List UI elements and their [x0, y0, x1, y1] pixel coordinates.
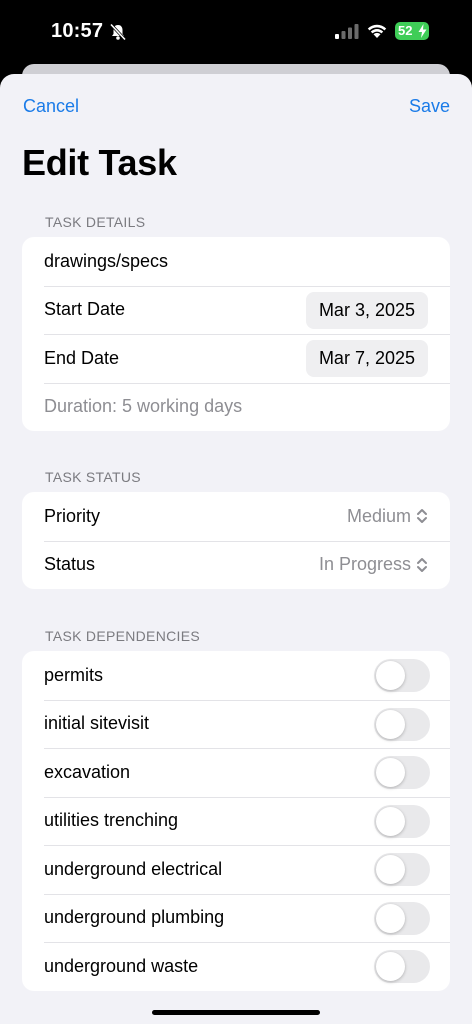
dependency-toggle-initial-sitevisit[interactable]	[374, 707, 430, 741]
start-date-picker[interactable]: Mar 3, 2025	[305, 291, 428, 329]
chevron-up-down-icon	[417, 557, 427, 572]
priority-value: Medium	[346, 505, 411, 526]
task-dependencies-header: TASK DEPENDENCIES	[45, 628, 200, 644]
status-row: Status In Progress	[22, 540, 450, 590]
duration-row: Duration: 5 working days	[22, 382, 450, 432]
chevron-up-down-icon	[417, 509, 427, 523]
dependency-toggle-underground-plumbing[interactable]	[374, 901, 430, 935]
bell-slash-icon	[109, 23, 127, 41]
status-time: 10:57	[51, 20, 104, 42]
cellular-signal-icon	[335, 24, 359, 39]
task-name-field[interactable]: drawings/specs	[22, 237, 450, 286]
edit-task-sheet: Cancel Save Edit Task TASK DETAILS drawi…	[0, 74, 472, 1024]
end-date-picker[interactable]: Mar 7, 2025	[305, 340, 428, 377]
charging-bolt-icon	[418, 24, 427, 38]
dependency-row-underground-electrical: underground electrical	[22, 845, 450, 894]
dependency-toggle-excavation[interactable]	[374, 756, 430, 789]
task-name-value: drawings/specs	[44, 250, 169, 271]
dependency-toggle-underground-waste[interactable]	[374, 950, 430, 983]
status-picker[interactable]: In Progress	[319, 541, 428, 589]
task-dependencies-card: permits initial sitevisit excavation uti…	[22, 651, 450, 991]
battery-level: 52	[398, 23, 413, 38]
dependency-toggle-utilities-trenching[interactable]	[374, 804, 430, 838]
dependency-row-utilities-trenching: utilities trenching	[22, 796, 450, 846]
status-value: In Progress	[318, 554, 411, 574]
task-status-card: Priority Medium Status In Progress	[22, 492, 450, 589]
end-date-row: End Date Mar 7, 2025	[22, 334, 450, 383]
dependency-row-underground-plumbing: underground plumbing	[22, 893, 450, 943]
dependency-row-excavation: excavation	[22, 748, 450, 797]
home-indicator[interactable]	[152, 1010, 320, 1015]
start-date-row: Start Date Mar 3, 2025	[22, 285, 450, 335]
page-title: Edit Task	[22, 142, 177, 183]
task-status-header: TASK STATUS	[45, 469, 141, 485]
cancel-button[interactable]: Cancel	[23, 96, 79, 117]
priority-picker[interactable]: Medium	[347, 492, 428, 540]
priority-row: Priority Medium	[22, 492, 450, 541]
save-button[interactable]: Save	[409, 96, 450, 117]
dependency-toggle-permits[interactable]	[374, 659, 430, 692]
dependency-row-permits: permits	[22, 651, 450, 700]
dependency-row-underground-waste: underground waste	[22, 942, 450, 991]
status-bar: 10:57 52	[0, 0, 472, 62]
wifi-icon	[367, 24, 387, 38]
battery-indicator: 52	[395, 22, 429, 40]
dependency-row-initial-sitevisit: initial sitevisit	[22, 699, 450, 749]
task-details-card: drawings/specs Start Date Mar 3, 2025 En…	[22, 237, 450, 431]
dependency-toggle-underground-electrical[interactable]	[374, 853, 430, 886]
duration-text: Duration: 5 working days	[44, 396, 243, 417]
task-details-header: TASK DETAILS	[45, 214, 146, 230]
